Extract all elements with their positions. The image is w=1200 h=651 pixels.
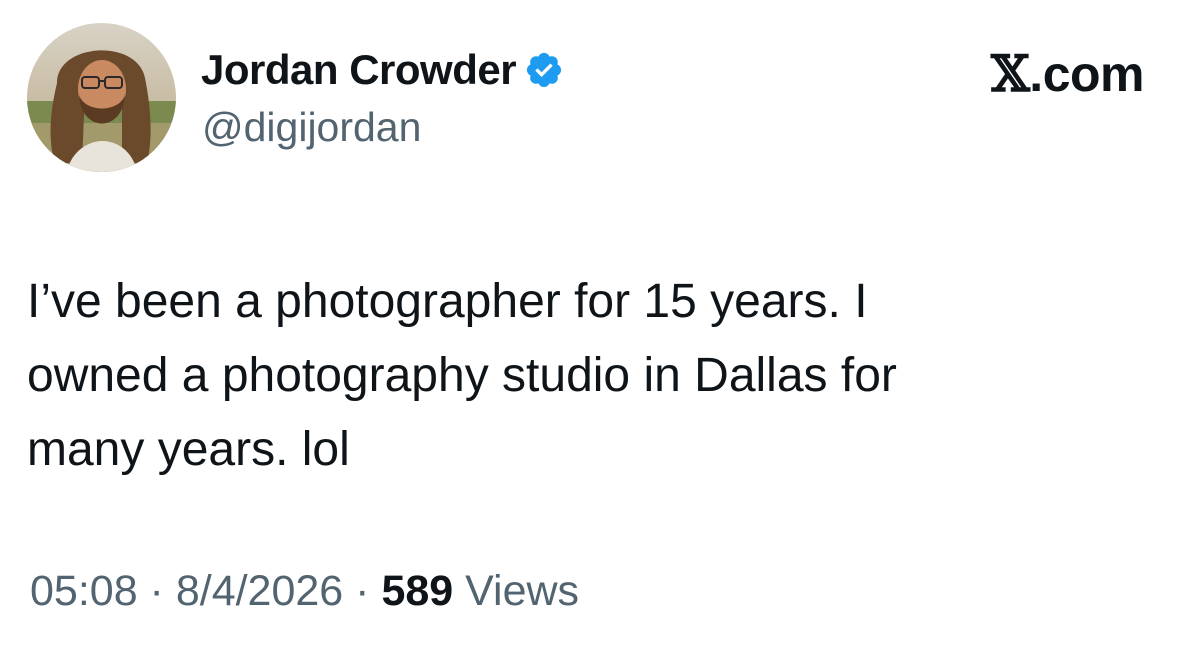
views-label: Views — [453, 567, 580, 615]
avatar-photo — [27, 23, 176, 172]
avatar[interactable] — [27, 23, 176, 172]
tweet-meta: 05:08 · 8/4/2026 · 589 Views — [30, 567, 579, 616]
views-count[interactable]: 589 — [381, 567, 453, 615]
site-logo-suffix: .com — [1029, 46, 1144, 102]
meta-separator: · — [343, 567, 382, 615]
meta-separator: · — [137, 567, 176, 615]
tweet-time[interactable]: 05:08 — [30, 567, 138, 615]
x-logo-icon: 𝕏 — [991, 44, 1030, 103]
tweet-text: I’ve been a photographer for 15 years. I… — [27, 275, 897, 476]
author-handle[interactable]: @digijordan — [202, 104, 421, 151]
tweet-date[interactable]: 8/4/2026 — [176, 567, 343, 615]
site-logo: 𝕏.com — [991, 44, 1144, 103]
author-display-name[interactable]: Jordan Crowder — [201, 46, 517, 94]
tweet-card: Jordan Crowder @digijordan 𝕏.com I’ve be… — [0, 0, 1200, 651]
author-name-row: Jordan Crowder — [201, 42, 564, 98]
verified-badge-icon[interactable] — [524, 50, 564, 90]
